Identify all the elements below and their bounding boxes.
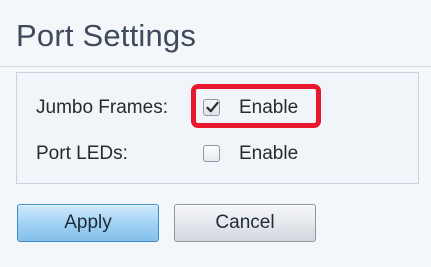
cancel-button[interactable]: Cancel	[174, 204, 316, 242]
port-leds-enable-checkbox[interactable]	[203, 145, 220, 162]
apply-button[interactable]: Apply	[17, 204, 159, 242]
port-leds-row: Port LEDs: Enable	[0, 140, 431, 168]
highlight-annotation	[191, 84, 321, 128]
page-title: Port Settings	[16, 18, 197, 53]
title-divider	[0, 66, 431, 67]
jumbo-frames-label: Jumbo Frames:	[36, 97, 168, 118]
port-leds-enable-label[interactable]: Enable	[239, 140, 298, 168]
port-leds-label: Port LEDs:	[36, 143, 128, 164]
port-settings-page: Port Settings Jumbo Frames: Enable Port …	[0, 0, 431, 267]
